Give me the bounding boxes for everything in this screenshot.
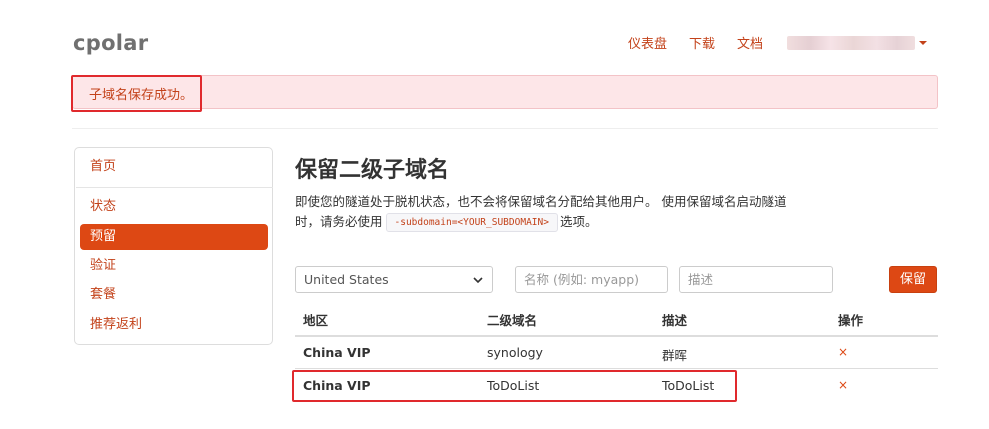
- caret-down-icon: [919, 40, 928, 45]
- row-description: 群晖: [662, 348, 688, 363]
- subdomain-flag-code: -subdomain=<YOUR_SUBDOMAIN>: [385, 212, 558, 232]
- sidebar-item-plan[interactable]: 套餐: [80, 282, 268, 308]
- success-alert: 子域名保存成功。: [72, 75, 938, 109]
- sidebar-divider: [76, 187, 273, 188]
- delete-icon[interactable]: ×: [838, 345, 848, 359]
- sidebar-item-status[interactable]: 状态: [80, 194, 268, 220]
- sidebar: 首页 状态 预留 验证 套餐 推荐返利: [74, 147, 273, 345]
- row-region: China VIP: [303, 378, 371, 393]
- description-line2: 时，请务必使用 -subdomain=<YOUR_SUBDOMAIN> 选项。: [295, 212, 597, 232]
- table-row-divider: [295, 368, 938, 369]
- table-header-divider: [295, 335, 938, 337]
- user-menu[interactable]: [787, 35, 928, 50]
- nav-docs-link[interactable]: 文档: [737, 33, 763, 52]
- delete-icon[interactable]: ×: [838, 378, 848, 392]
- nav-dashboard-link[interactable]: 仪表盘: [628, 33, 667, 52]
- table-header-action: 操作: [838, 313, 864, 328]
- table-header-subdomain: 二级域名: [487, 313, 538, 328]
- region-select[interactable]: United States: [295, 266, 493, 293]
- top-nav: 仪表盘 下载 文档: [628, 33, 928, 52]
- subdomain-input[interactable]: 名称 (例如: myapp): [515, 266, 668, 293]
- sidebar-item-referral[interactable]: 推荐返利: [80, 312, 268, 338]
- redacted-username: [787, 35, 916, 50]
- table-header-description: 描述: [662, 313, 688, 328]
- alert-message: 子域名保存成功。: [89, 88, 194, 103]
- description-prefix: 时，请务必使用: [295, 214, 383, 229]
- description-line1: 即使您的隧道处于脱机状态，也不会将保留域名分配给其他用户。 使用保留域名启动隧道: [295, 194, 787, 209]
- row-description: ToDoList: [662, 378, 715, 393]
- brand-logo[interactable]: cpolar: [73, 31, 148, 55]
- page: cpolar 仪表盘 下载 文档 子域名保存成功。 首页 状态 预留 验证 套餐…: [0, 0, 989, 429]
- chevron-down-icon: [473, 276, 483, 283]
- page-title: 保留二级子域名: [295, 158, 450, 183]
- row-subdomain: ToDoList: [487, 378, 540, 393]
- sidebar-item-home[interactable]: 首页: [80, 154, 268, 180]
- description-input[interactable]: 描述: [679, 266, 833, 293]
- table-header-region: 地区: [303, 313, 329, 328]
- description-suffix: 选项。: [559, 214, 598, 229]
- divider: [72, 128, 938, 129]
- sidebar-item-auth[interactable]: 验证: [80, 253, 268, 279]
- nav-download-link[interactable]: 下载: [689, 33, 715, 52]
- row-subdomain: synology: [487, 345, 543, 360]
- region-select-value: United States: [304, 272, 389, 287]
- reserve-button[interactable]: 保留: [889, 266, 937, 293]
- row-region: China VIP: [303, 345, 371, 360]
- sidebar-item-reserved[interactable]: 预留: [80, 224, 268, 250]
